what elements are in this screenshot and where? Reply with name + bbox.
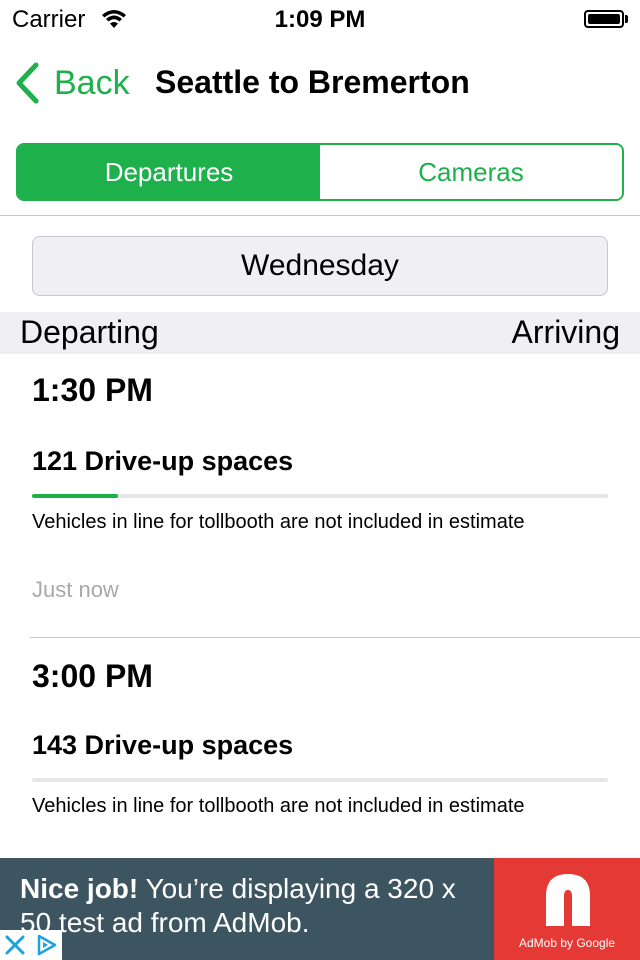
tollbooth-note: Vehicles in line for tollbooth are not i… xyxy=(32,795,525,817)
arriving-header: Arriving xyxy=(511,314,620,350)
admob-caption: AdMob by Google xyxy=(518,936,616,950)
table-section-header: Departing Arriving xyxy=(0,312,640,354)
capacity-bar-fill xyxy=(32,494,119,498)
tab-cameras[interactable]: Cameras xyxy=(320,145,622,199)
ad-choices[interactable] xyxy=(0,930,62,960)
navigation-bar: Back Seattle to Bremerton xyxy=(0,40,640,128)
sailing-row[interactable]: 3:00 PM 143 Drive-up spaces Vehicles in … xyxy=(0,638,640,858)
status-time: 1:09 PM xyxy=(274,6,366,33)
drive-up-spaces: 143 Drive-up spaces xyxy=(32,730,294,760)
sailing-row[interactable]: 1:30 PM 121 Drive-up spaces Vehicles in … xyxy=(0,354,640,638)
departing-header: Departing xyxy=(20,314,159,350)
tollbooth-note: Vehicles in line for tollbooth are not i… xyxy=(32,511,525,533)
drive-up-spaces: 121 Drive-up spaces xyxy=(32,446,294,476)
admob-logo: AdMob by Google xyxy=(494,858,640,960)
back-label: Back xyxy=(54,63,130,102)
header-divider xyxy=(0,215,640,216)
departure-time: 1:30 PM xyxy=(32,372,153,408)
capacity-bar xyxy=(32,494,608,498)
tab-departures[interactable]: Departures xyxy=(18,145,320,199)
segmented-control: Departures Cameras xyxy=(16,143,624,201)
ad-text: Nice job! You’re displaying a 320 x 50 t… xyxy=(20,872,490,940)
ad-banner[interactable]: Nice job! You’re displaying a 320 x 50 t… xyxy=(0,858,640,960)
updated-label: Just now xyxy=(32,577,119,602)
back-button[interactable]: Back xyxy=(14,62,130,104)
day-picker-button[interactable]: Wednesday xyxy=(32,236,608,296)
departure-time: 3:00 PM xyxy=(32,658,153,694)
chevron-left-icon xyxy=(14,62,40,104)
status-bar: Carrier 1:09 PM xyxy=(0,0,640,40)
page-title: Seattle to Bremerton xyxy=(155,64,470,100)
battery-icon xyxy=(584,10,628,28)
ad-headline: Nice job! xyxy=(20,873,139,904)
capacity-bar xyxy=(32,778,608,782)
